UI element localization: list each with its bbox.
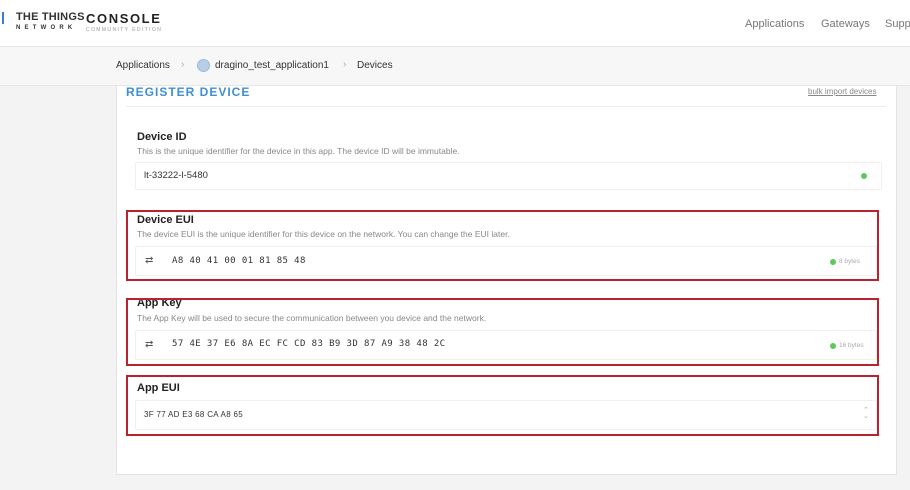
console-subtitle: COMMUNITY EDITION [86, 27, 163, 33]
logo-line1: THE THINGS [16, 11, 85, 23]
nav-support[interactable]: Supp [885, 18, 910, 30]
highlight-box [126, 375, 879, 436]
device-id-field[interactable]: lt-33222-l-5480 [135, 162, 882, 190]
console-title: CONSOLE [86, 11, 162, 26]
divider [126, 106, 886, 107]
highlight-box [126, 210, 879, 281]
highlight-box [126, 298, 879, 366]
nav-gateways[interactable]: Gateways [821, 18, 870, 30]
breadcrumb-separator: › [343, 59, 347, 70]
device-id-description: This is the unique identifier for the de… [137, 146, 460, 156]
logo-line2: NETWORK [16, 25, 77, 31]
top-navbar: THE THINGS NETWORK CONSOLE COMMUNITY EDI… [0, 0, 910, 47]
nav-applications[interactable]: Applications [745, 18, 804, 30]
page-title: REGISTER DEVICE [126, 85, 251, 99]
breadcrumb-devices[interactable]: Devices [357, 60, 393, 71]
breadcrumb-separator: › [181, 59, 185, 70]
device-id-valid-indicator [861, 173, 867, 179]
application-icon [197, 59, 210, 72]
breadcrumb-applications[interactable]: Applications [116, 60, 170, 71]
ttn-logo-icon [2, 12, 10, 24]
device-id-value: lt-33222-l-5480 [144, 170, 208, 181]
breadcrumb: Applications › dragino_test_application1… [0, 47, 910, 86]
device-id-label: Device ID [137, 131, 187, 143]
breadcrumb-application[interactable]: dragino_test_application1 [215, 60, 329, 71]
bulk-import-link[interactable]: bulk import devices [808, 87, 876, 96]
